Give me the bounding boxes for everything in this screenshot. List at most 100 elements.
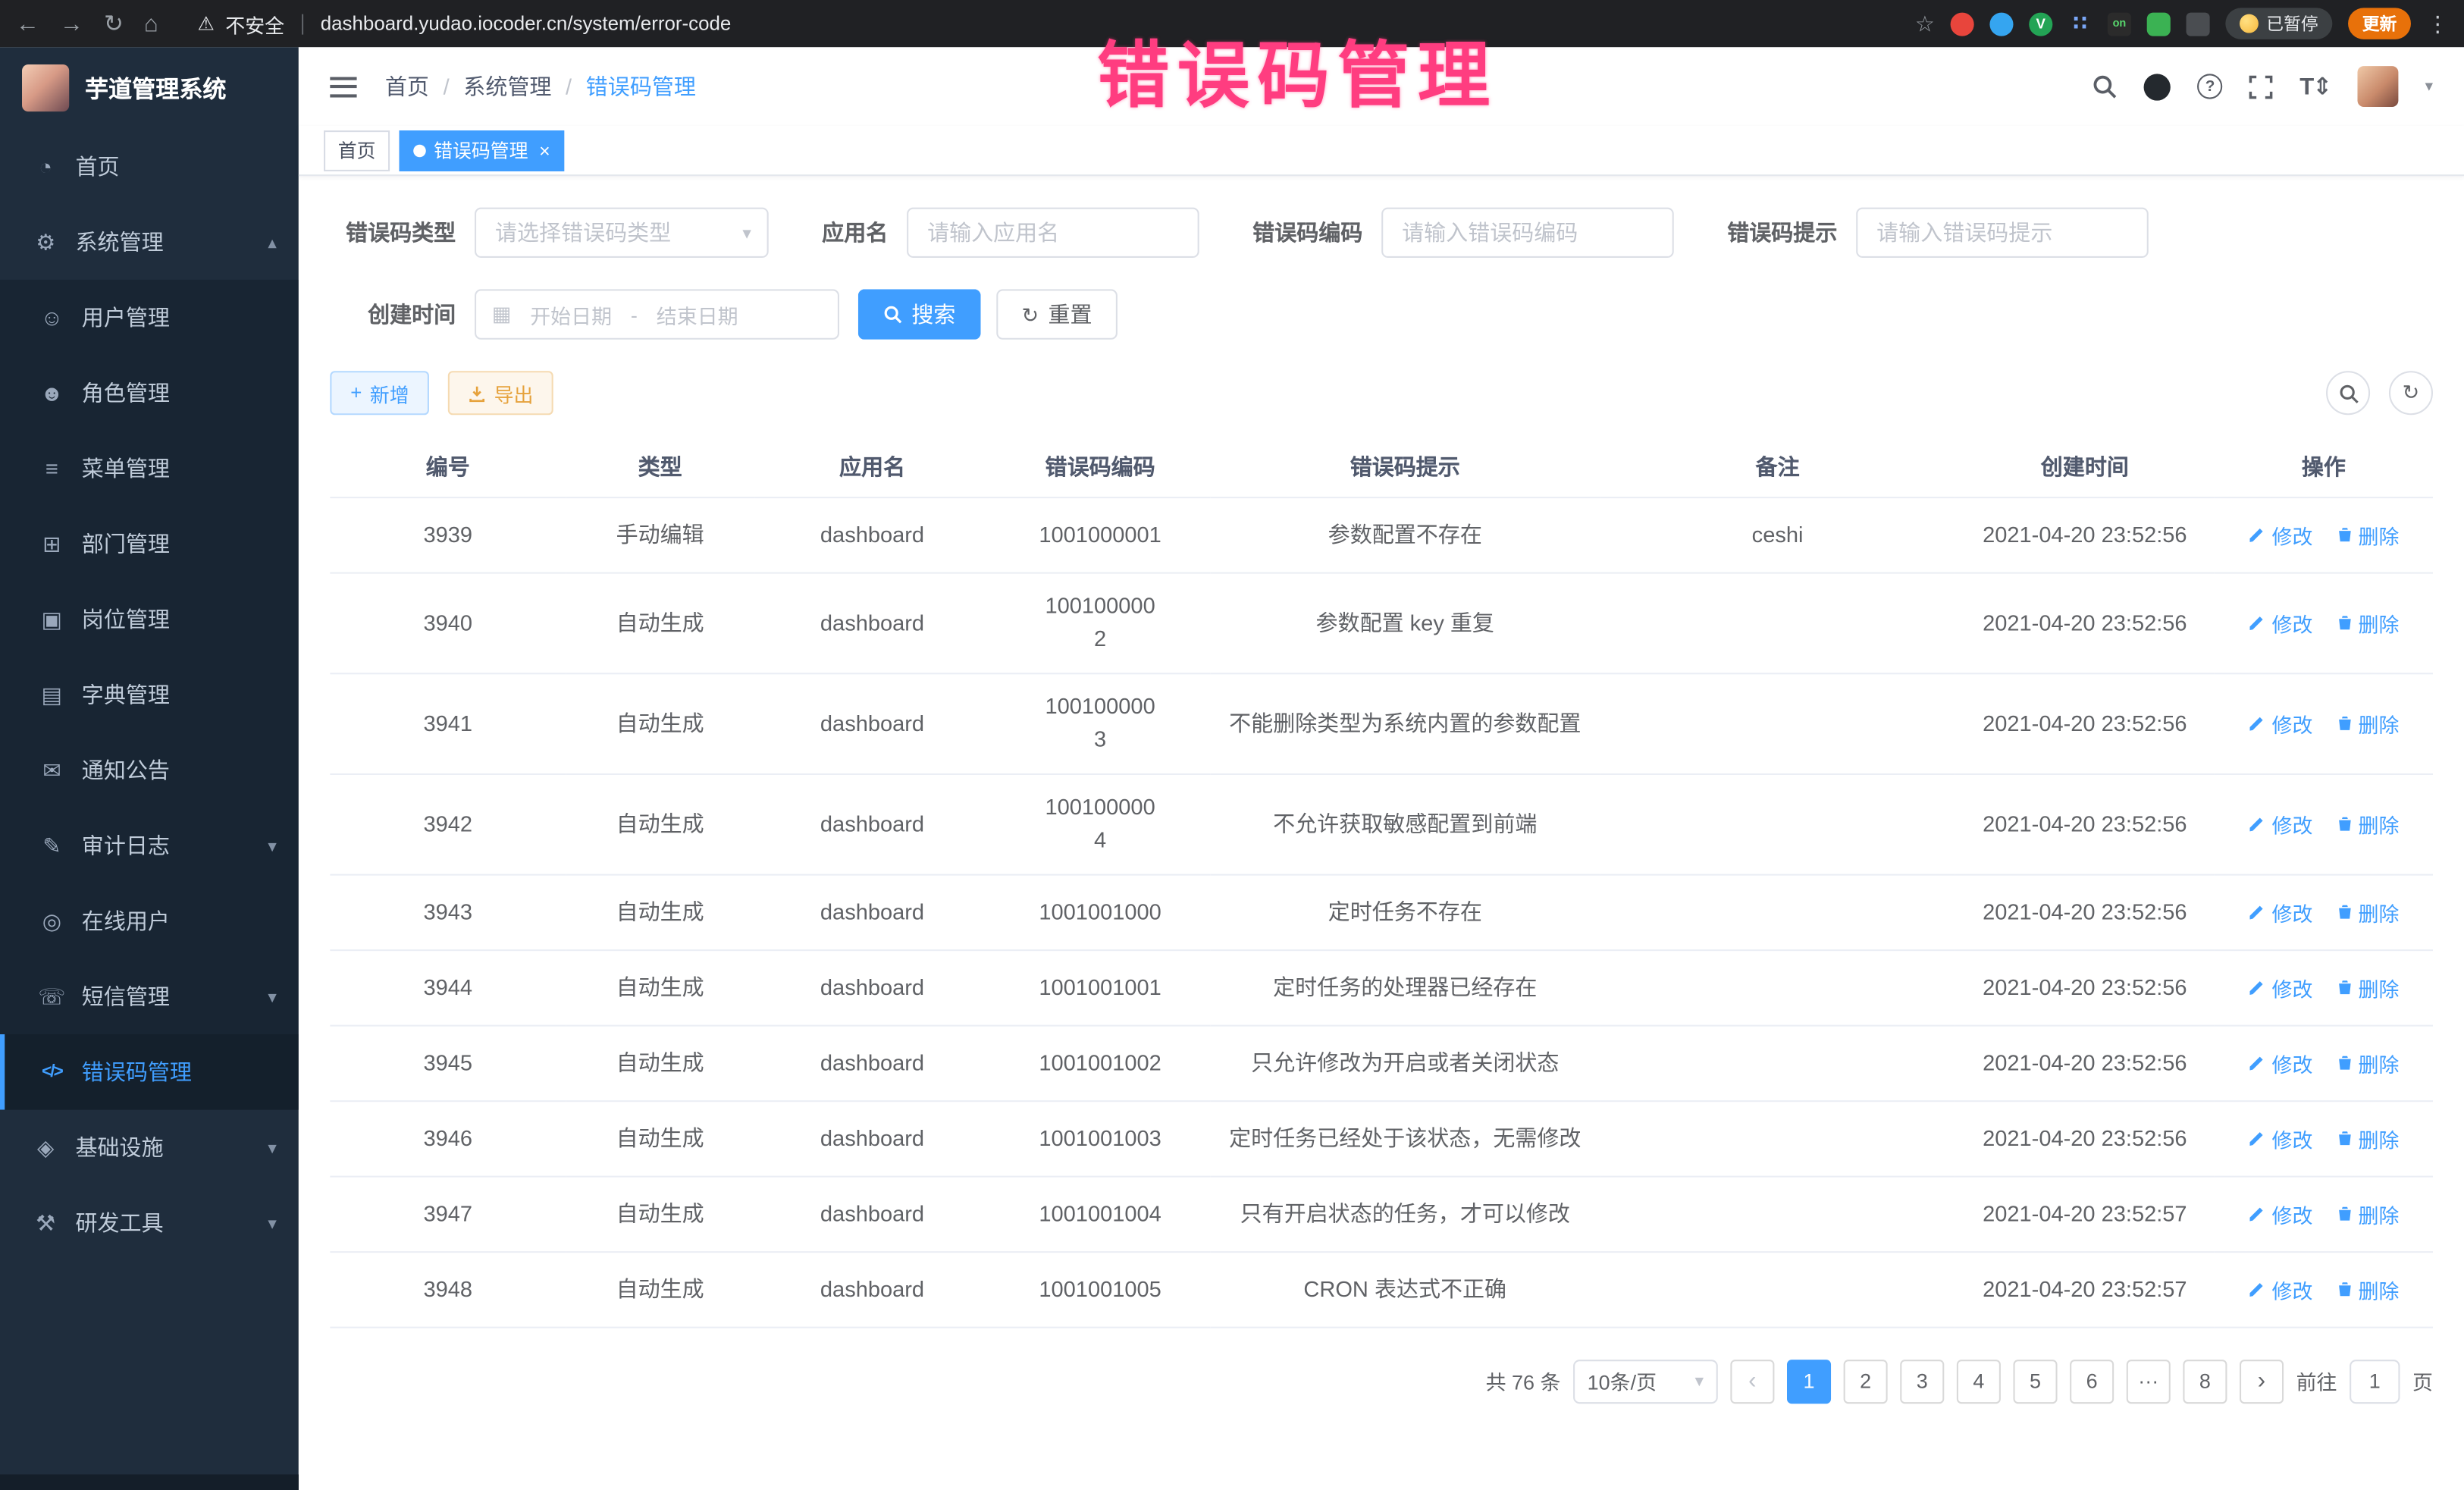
app-name-input[interactable]: [907, 208, 1199, 258]
cell-type: 自动生成: [566, 949, 754, 1025]
goto-page-input[interactable]: [2350, 1359, 2400, 1403]
sidebar-item-departments[interactable]: ⊞ 部门管理: [0, 507, 299, 582]
sidebar-item-infrastructure[interactable]: ◈ 基础设施 ▾: [0, 1110, 299, 1186]
error-hint-input[interactable]: [1856, 208, 2149, 258]
edit-link[interactable]: 修改: [2248, 1048, 2312, 1078]
error-code-table: 编号 类型 应用名 错误码编码 错误码提示 备注 创建时间 操作 3939 手动…: [330, 437, 2433, 1327]
browser-menu-icon[interactable]: ⋮: [2427, 10, 2449, 36]
edit-link[interactable]: 修改: [2248, 1274, 2312, 1303]
search-button[interactable]: 搜索: [858, 289, 981, 339]
page-button-2[interactable]: 2: [1844, 1359, 1888, 1403]
sidebar-item-label: 字典管理: [82, 679, 170, 710]
sidebar-logo[interactable]: 芋道管理系统: [0, 47, 299, 129]
sidebar-item-system-management[interactable]: ⚙ 系统管理 ▴: [0, 204, 299, 280]
hamburger-icon[interactable]: [330, 77, 356, 97]
refresh-table-button[interactable]: ↻: [2389, 371, 2433, 415]
dashboard-icon: ◔: [31, 154, 59, 179]
page-button-5[interactable]: 5: [2013, 1359, 2057, 1403]
delete-link[interactable]: 删除: [2334, 1274, 2399, 1303]
delete-link[interactable]: 删除: [2334, 607, 2399, 637]
browser-update-button[interactable]: 更新: [2348, 8, 2411, 39]
next-page-button[interactable]: ›: [2240, 1359, 2284, 1403]
reload-icon[interactable]: ↻: [104, 12, 124, 36]
sidebar-item-dev-tools[interactable]: ⚒ 研发工具 ▾: [0, 1185, 299, 1261]
sidebar-item-positions[interactable]: ▣ 岗位管理: [0, 582, 299, 657]
github-icon[interactable]: [2144, 73, 2171, 99]
prev-page-button[interactable]: ‹: [1730, 1359, 1774, 1403]
delete-link[interactable]: 删除: [2334, 1123, 2399, 1153]
sidebar-item-label: 通知公告: [82, 754, 170, 786]
sidebar-item-label: 审计日志: [82, 830, 170, 861]
home-icon[interactable]: ⌂: [144, 12, 158, 36]
edit-link[interactable]: 修改: [2248, 607, 2312, 637]
reset-button[interactable]: ↻ 重置: [996, 289, 1117, 339]
cell-app: dashboard: [754, 673, 990, 773]
sync-paused-badge[interactable]: 已暂停: [2225, 8, 2332, 39]
edit-link[interactable]: 修改: [2248, 897, 2312, 927]
sidebar-item-audit-log[interactable]: ✎ 审计日志 ▾: [0, 808, 299, 884]
breadcrumb-system[interactable]: 系统管理: [463, 71, 551, 102]
delete-link[interactable]: 删除: [2334, 972, 2399, 1002]
delete-link[interactable]: 删除: [2334, 519, 2399, 549]
extension-icon-pinned[interactable]: [2187, 12, 2210, 36]
sidebar-item-users[interactable]: ☺ 用户管理: [0, 280, 299, 356]
sidebar-item-notices[interactable]: ✉ 通知公告: [0, 732, 299, 808]
extension-icon-red[interactable]: [1951, 12, 1974, 36]
edit-link[interactable]: 修改: [2248, 809, 2312, 839]
error-type-select[interactable]: 请选择错误码类型 ▾: [475, 208, 769, 258]
extension-icon-dots[interactable]: ∷: [2068, 12, 2092, 36]
search-icon[interactable]: [2093, 74, 2118, 99]
extension-icon-blue[interactable]: [1989, 12, 2013, 36]
sidebar-item-roles[interactable]: ☻ 角色管理: [0, 355, 299, 431]
error-code-input[interactable]: [1381, 208, 1674, 258]
breadcrumb-separator: /: [566, 74, 572, 99]
forward-icon[interactable]: →: [60, 12, 83, 36]
address-bar[interactable]: ⚠ 不安全 dashboard.yudao.iocoder.cn/system/…: [197, 8, 731, 38]
page-button-6[interactable]: 6: [2070, 1359, 2114, 1403]
page-ellipsis-button[interactable]: ···: [2127, 1359, 2171, 1403]
edit-link[interactable]: 修改: [2248, 1123, 2312, 1153]
breadcrumb-home[interactable]: 首页: [385, 71, 429, 102]
sidebar-item-online-users[interactable]: ◎ 在线用户: [0, 883, 299, 959]
back-icon[interactable]: ←: [16, 12, 39, 36]
sidebar-item-sms[interactable]: ☏ 短信管理 ▾: [0, 959, 299, 1035]
delete-link[interactable]: 删除: [2334, 708, 2399, 738]
refresh-icon: ↻: [1021, 304, 1039, 325]
extension-icon-on[interactable]: on: [2108, 12, 2131, 36]
bookmark-star-icon[interactable]: ☆: [1915, 10, 1935, 36]
close-icon[interactable]: ×: [539, 139, 550, 161]
show-search-icon-button[interactable]: [2326, 371, 2370, 415]
sidebar-item-menus[interactable]: ≡ 菜单管理: [0, 431, 299, 507]
delete-link[interactable]: 删除: [2334, 1199, 2399, 1228]
help-icon[interactable]: ?: [2198, 74, 2223, 99]
edit-link[interactable]: 修改: [2248, 1199, 2312, 1228]
delete-link[interactable]: 删除: [2334, 809, 2399, 839]
avatar[interactable]: [2357, 66, 2398, 107]
range-separator: -: [631, 303, 638, 326]
page-button-4[interactable]: 4: [1957, 1359, 2001, 1403]
extension-icon-green[interactable]: V: [2029, 12, 2052, 36]
page-button-1[interactable]: 1: [1787, 1359, 1831, 1403]
fullscreen-icon[interactable]: [2249, 74, 2273, 98]
tab-home[interactable]: 首页: [324, 130, 390, 171]
page-button-8[interactable]: 8: [2183, 1359, 2227, 1403]
text-size-icon[interactable]: T⇕: [2299, 72, 2331, 100]
delete-link[interactable]: 删除: [2334, 897, 2399, 927]
sidebar-item-error-code[interactable]: </> 错误码管理: [0, 1034, 299, 1110]
add-button[interactable]: + 新增: [330, 371, 429, 415]
delete-link[interactable]: 删除: [2334, 1048, 2399, 1078]
edit-link[interactable]: 修改: [2248, 972, 2312, 1002]
sidebar-item-label: 岗位管理: [82, 604, 170, 635]
edit-link[interactable]: 修改: [2248, 708, 2312, 738]
extension-icon-leaf[interactable]: [2147, 12, 2171, 36]
chevron-down-icon[interactable]: ▾: [2425, 78, 2433, 96]
page-button-3[interactable]: 3: [1900, 1359, 1944, 1403]
breadcrumb: 首页 / 系统管理 / 错误码管理: [385, 71, 696, 102]
date-range-picker[interactable]: ▦ 开始日期 - 结束日期: [475, 289, 839, 339]
sidebar-item-home[interactable]: ◔ 首页: [0, 129, 299, 205]
sidebar-item-dictionary[interactable]: ▤ 字典管理: [0, 657, 299, 733]
edit-link[interactable]: 修改: [2248, 519, 2312, 549]
export-button[interactable]: 导出: [448, 371, 553, 415]
page-size-select[interactable]: 10条/页 ▾: [1573, 1359, 1718, 1403]
tab-error-code[interactable]: 错误码管理 ×: [400, 130, 565, 171]
